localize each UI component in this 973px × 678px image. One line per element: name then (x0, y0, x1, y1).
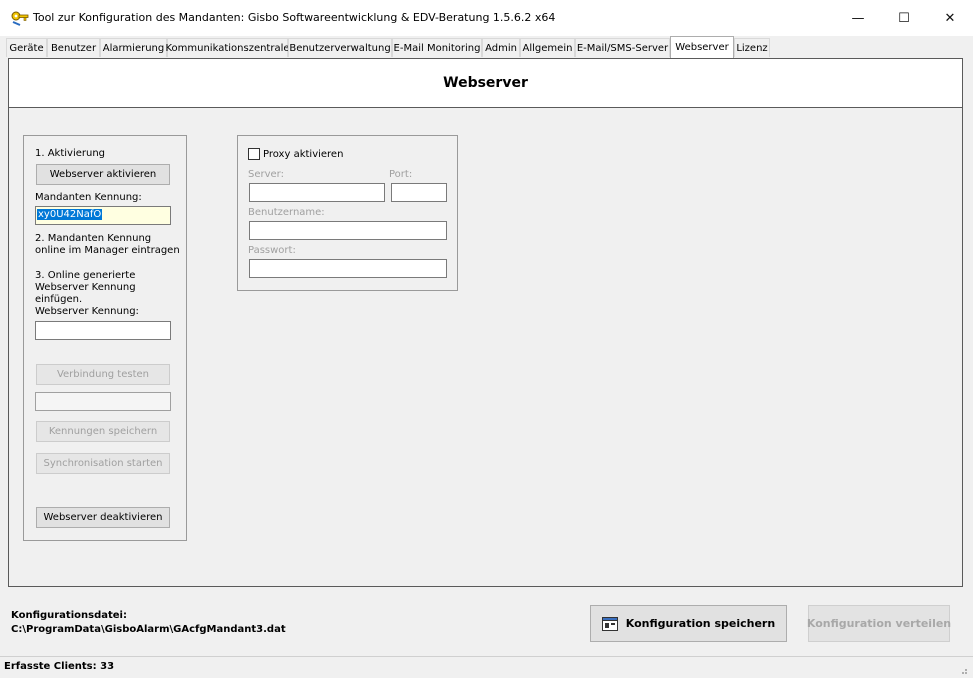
tab-email-monitoring[interactable]: E-Mail Monitoring (392, 38, 482, 57)
start-sync-button[interactable]: Synchronisation starten (36, 453, 170, 474)
proxy-group: Proxy aktivieren Server: Port: Benutzern… (237, 135, 458, 291)
tab-admin[interactable]: Admin (482, 38, 520, 57)
page-title: Webserver (443, 75, 528, 91)
page-header: Webserver (9, 59, 962, 108)
test-result-field (35, 392, 171, 411)
title-bar: Tool zur Konfiguration des Mandanten: Gi… (0, 0, 973, 36)
deactivate-webserver-button[interactable]: Webserver deaktivieren (36, 507, 170, 528)
webserver-id-field[interactable] (35, 321, 171, 340)
close-button[interactable]: ✕ (927, 0, 973, 36)
save-config-button[interactable]: Konfiguration speichern (590, 605, 787, 642)
save-ids-button[interactable]: Kennungen speichern (36, 421, 170, 442)
tab-webserver[interactable]: Webserver (670, 36, 734, 58)
tab-lizenz[interactable]: Lizenz (734, 38, 770, 57)
tenant-id-field[interactable]: xy0U42NafO (35, 206, 171, 225)
tenant-id-label: Mandanten Kennung: (35, 192, 142, 203)
status-bar: Erfasste Clients: 33 (0, 656, 973, 678)
key-icon (11, 11, 29, 26)
tenant-id-value: xy0U42NafO (37, 209, 103, 220)
port-label: Port: (389, 169, 413, 180)
resize-grip-icon[interactable] (958, 665, 968, 675)
maximize-button[interactable]: ☐ (881, 0, 927, 36)
proxy-username-field[interactable] (249, 221, 447, 240)
server-label: Server: (248, 169, 284, 180)
tab-email-sms-server[interactable]: E-Mail/SMS-Server (575, 38, 670, 57)
save-config-icon (601, 616, 618, 631)
save-config-label: Konfiguration speichern (625, 617, 776, 630)
distribute-config-button[interactable]: Konfiguration verteilen (807, 605, 951, 642)
password-label: Passwort: (248, 245, 296, 256)
webserver-panel: Webserver 1. Aktivierung Webserver aktiv… (8, 58, 963, 587)
tab-geraete[interactable]: Geräte (6, 38, 47, 57)
tab-alarmierung[interactable]: Alarmierung (100, 38, 167, 57)
window-title: Tool zur Konfiguration des Mandanten: Gi… (33, 11, 556, 24)
step1-label: 1. Aktivierung (35, 148, 106, 159)
test-connection-button[interactable]: Verbindung testen (36, 364, 170, 385)
proxy-password-field[interactable] (249, 259, 447, 278)
tab-benutzer[interactable]: Benutzer (47, 38, 100, 57)
proxy-enable-label: Proxy aktivieren (263, 149, 344, 160)
clients-count: Erfasste Clients: 33 (4, 661, 115, 672)
step2-label: 2. Mandanten Kennung online im Manager e… (35, 233, 180, 256)
step3-label: 3. Online generierte Webserver Kennung e… (35, 270, 136, 305)
activation-group: 1. Aktivierung Webserver aktivieren Mand… (23, 135, 187, 541)
tab-allgemein[interactable]: Allgemein (520, 38, 575, 57)
tab-kommunikationszentrale[interactable]: Kommunikationszentrale (165, 38, 290, 57)
minimize-button[interactable]: — (835, 0, 881, 36)
proxy-server-field[interactable] (249, 183, 385, 202)
config-file-label: Konfigurationsdatei: (11, 610, 127, 621)
tab-strip: Geräte Benutzer Alarmierung Kommunikatio… (0, 36, 973, 58)
activate-webserver-button[interactable]: Webserver aktivieren (36, 164, 170, 185)
proxy-checkbox[interactable] (248, 148, 260, 160)
username-label: Benutzername: (248, 207, 325, 218)
tab-benutzerverwaltung[interactable]: Benutzerverwaltung (288, 38, 392, 57)
proxy-port-field[interactable] (391, 183, 447, 202)
webserver-id-label: Webserver Kennung: (35, 306, 139, 317)
config-file-path: C:\ProgramData\GisboAlarm\GAcfgMandant3.… (11, 624, 286, 635)
